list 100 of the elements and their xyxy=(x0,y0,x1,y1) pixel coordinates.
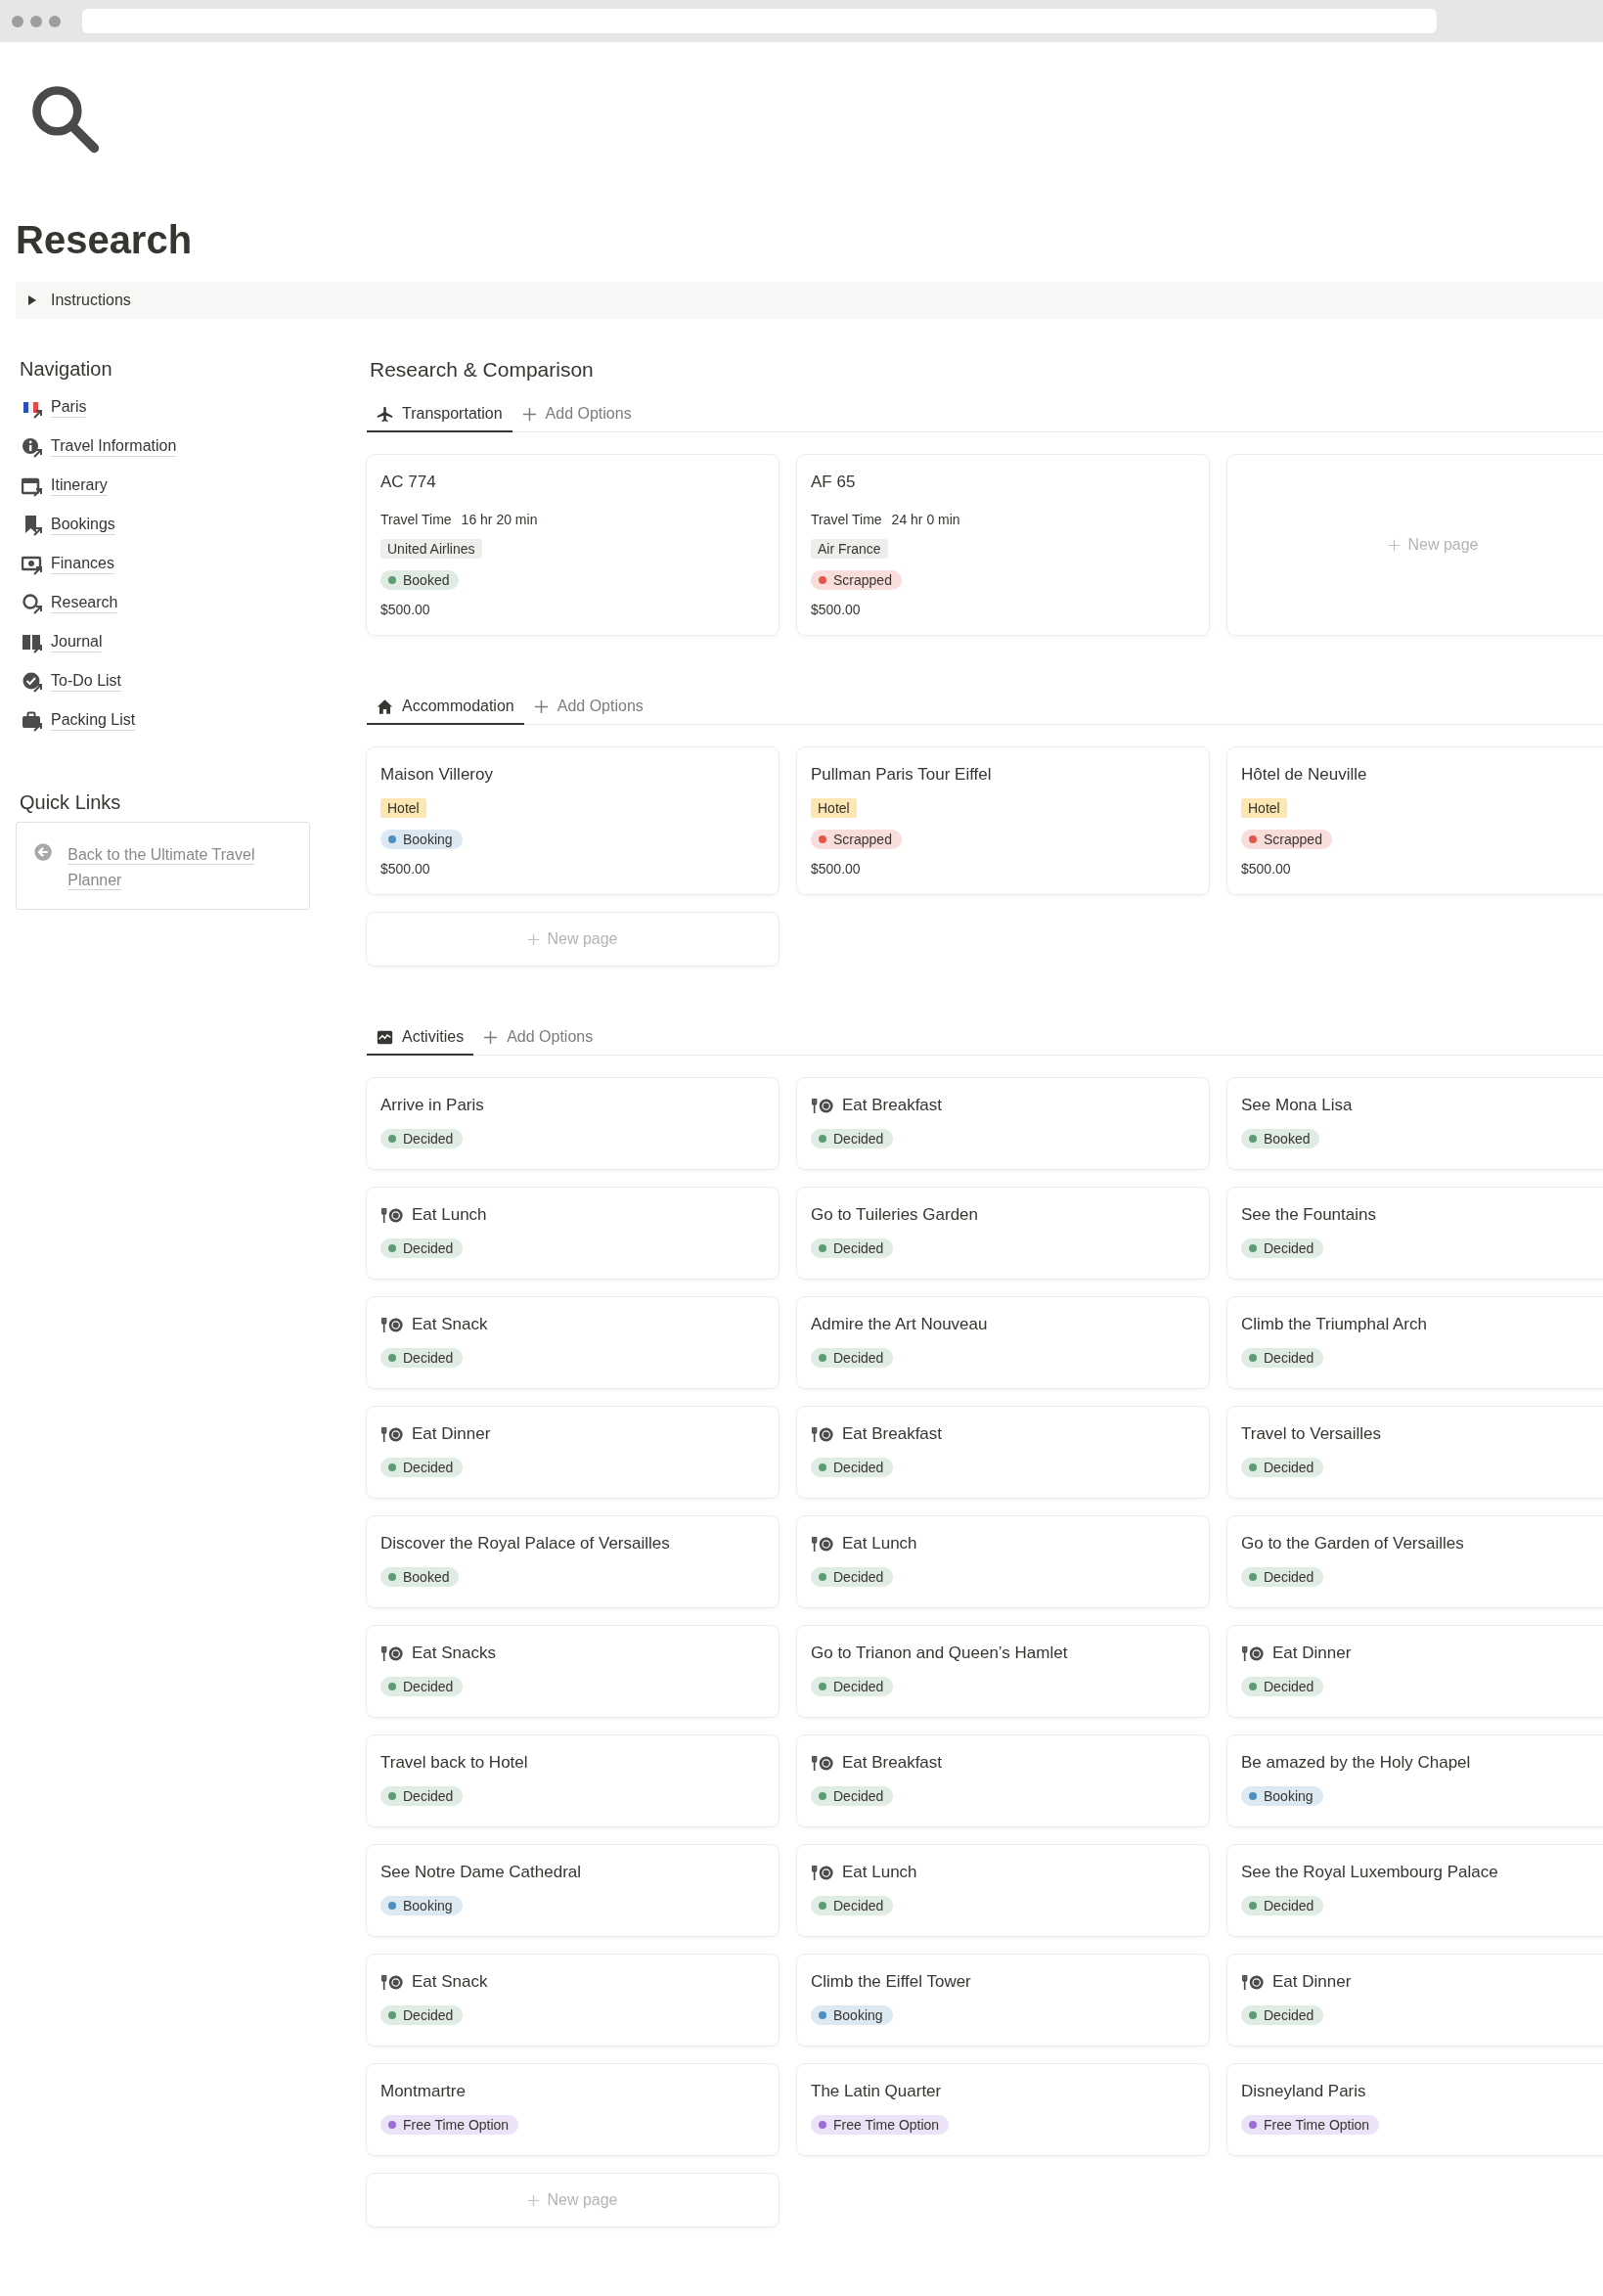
activity-card[interactable]: Admire the Art Nouveau Decided xyxy=(797,1297,1209,1388)
navigation-link[interactable]: Research xyxy=(51,594,118,613)
activity-card[interactable]: Eat Lunch Decided xyxy=(797,1845,1209,1936)
navigation-link[interactable]: Journal xyxy=(51,633,103,653)
activity-card[interactable]: See the Fountains Decided xyxy=(1227,1188,1603,1279)
stay-card[interactable]: Maison Villeroy Hotel Booking $500.00 xyxy=(367,747,779,894)
stay-card[interactable]: Pullman Paris Tour Eiffel Hotel Scrapped $500.00 xyxy=(797,747,1209,894)
card-title: Eat Lunch xyxy=(412,1205,487,1225)
travel-time: 24 hr 0 min xyxy=(891,512,960,527)
status-label: Free Time Option xyxy=(1264,2117,1370,2133)
view-tab[interactable]: Transportation xyxy=(367,397,512,432)
add-options-button[interactable]: Add Options xyxy=(523,690,653,725)
price: $500.00 xyxy=(1241,861,1292,877)
activity-card[interactable]: See the Royal Luxembourg Palace Decided xyxy=(1227,1845,1603,1936)
fork-plate-icon xyxy=(380,1206,404,1224)
activity-card[interactable]: Go to the Garden of Versailles Decided xyxy=(1227,1516,1603,1607)
view-tab[interactable]: Accommodation xyxy=(367,690,524,725)
activity-card[interactable]: Climb the Eiffel Tower Booking xyxy=(797,1955,1209,2046)
activity-card[interactable]: Eat Dinner Decided xyxy=(367,1407,779,1498)
chart-icon xyxy=(377,1028,393,1046)
instructions-toggle[interactable]: Instructions xyxy=(16,282,1603,319)
status-label: Decided xyxy=(1264,1679,1314,1694)
activity-card[interactable]: Discover the Royal Palace of Versailles Booked xyxy=(367,1516,779,1607)
activity-card[interactable]: Climb the Triumphal Arch Decided xyxy=(1227,1297,1603,1388)
fork-plate-icon xyxy=(811,1754,834,1772)
navigation-link[interactable]: Travel Information xyxy=(51,437,177,457)
window-controls-icon[interactable] xyxy=(12,15,61,27)
card-title: Go to Trianon and Queen’s Hamlet xyxy=(811,1643,1068,1663)
activity-card[interactable]: See Mona Lisa Booked xyxy=(1227,1078,1603,1169)
property-label: Travel Time xyxy=(811,512,882,527)
activity-card[interactable]: Eat Breakfast Decided xyxy=(797,1078,1209,1169)
status-label: Decided xyxy=(403,2007,454,2023)
activity-card[interactable]: Disneyland Paris Free Time Option xyxy=(1227,2064,1603,2155)
activity-card[interactable]: Eat Lunch Decided xyxy=(797,1516,1209,1607)
navigation-link[interactable]: Itinerary xyxy=(51,476,108,496)
activity-card[interactable]: Travel to Versailles Decided xyxy=(1227,1407,1603,1498)
transport-card[interactable]: AC 774 Travel Time 16 hr 20 min United Airlines Booked $500.00 xyxy=(367,455,779,635)
tag: Hotel xyxy=(380,798,426,818)
card-title: AF 65 xyxy=(811,473,856,492)
card-title: Go to the Garden of Versailles xyxy=(1241,1534,1464,1553)
address-field[interactable] xyxy=(82,9,1437,33)
navigation-link[interactable]: Finances xyxy=(51,555,114,574)
card-title: Eat Dinner xyxy=(1272,1643,1352,1663)
view-tab[interactable]: Activities xyxy=(367,1020,474,1056)
card-title: See the Fountains xyxy=(1241,1205,1376,1225)
navigation-link[interactable]: Paris xyxy=(51,398,87,418)
activity-card[interactable]: Eat Snack Decided xyxy=(367,1955,779,2046)
price: $500.00 xyxy=(811,861,862,877)
activity-card[interactable]: Eat Snack Decided xyxy=(367,1297,779,1388)
activity-card[interactable]: Eat Breakfast Decided xyxy=(797,1735,1209,1826)
card-title: Eat Breakfast xyxy=(842,1753,943,1773)
activity-card[interactable]: Be amazed by the Holy Chapel Booking xyxy=(1227,1735,1603,1826)
status-label: Free Time Option xyxy=(833,2117,940,2133)
status-label: Decided xyxy=(833,1240,884,1256)
add-options-button[interactable]: Add Options xyxy=(473,1020,603,1056)
card-title: Hôtel de Neuville xyxy=(1241,765,1367,785)
card-title: See Notre Dame Cathedral xyxy=(380,1863,582,1882)
activity-card[interactable]: Go to Trianon and Queen’s Hamlet Decided xyxy=(797,1626,1209,1717)
card-title: Arrive in Paris xyxy=(380,1096,484,1115)
check-icon xyxy=(22,671,43,693)
navigation-heading: Navigation xyxy=(20,358,113,381)
price: $500.00 xyxy=(811,602,862,617)
plus-icon xyxy=(527,932,541,946)
stay-card[interactable]: Hôtel de Neuville Hotel Scrapped $500.00 xyxy=(1227,747,1603,894)
activity-card[interactable]: Eat Dinner Decided xyxy=(1227,1955,1603,2046)
card-title: See the Royal Luxembourg Palace xyxy=(1241,1863,1498,1882)
status-label: Scrapped xyxy=(833,572,892,588)
navigation-link[interactable]: Packing List xyxy=(51,711,136,731)
fork-plate-icon xyxy=(811,1535,834,1553)
search-icon xyxy=(22,593,43,614)
page-title: Research xyxy=(16,218,194,262)
add-options-button[interactable]: Add Options xyxy=(512,397,642,432)
status-label: Decided xyxy=(1264,1569,1314,1585)
activity-card[interactable]: Eat Snacks Decided xyxy=(367,1626,779,1717)
activity-card[interactable]: Eat Breakfast Decided xyxy=(797,1407,1209,1498)
status-label: Decided xyxy=(1264,1460,1314,1475)
fork-plate-icon xyxy=(811,1425,834,1443)
activity-card[interactable]: See Notre Dame Cathedral Booking xyxy=(367,1845,779,1936)
status-label: Decided xyxy=(403,1788,454,1804)
card-title: See Mona Lisa xyxy=(1241,1096,1353,1115)
fork-plate-icon xyxy=(811,1864,834,1881)
navigation-link[interactable]: Bookings xyxy=(51,516,115,535)
transport-card[interactable]: AF 65 Travel Time 24 hr 0 min Air France Scrapped $500.00 xyxy=(797,455,1209,635)
travel-time: 16 hr 20 min xyxy=(461,512,538,527)
activity-card[interactable]: Montmartre Free Time Option xyxy=(367,2064,779,2155)
back-link[interactable]: Back to the Ultimate Travel Planner xyxy=(67,842,291,893)
activity-card[interactable]: Travel back to Hotel Decided xyxy=(367,1735,779,1826)
status-label: Decided xyxy=(833,1131,884,1147)
navigation-link[interactable]: To-Do List xyxy=(51,672,122,692)
info-icon xyxy=(22,436,43,458)
card-title: Eat Lunch xyxy=(842,1534,917,1553)
activity-card[interactable]: Eat Lunch Decided xyxy=(367,1188,779,1279)
activity-card[interactable]: Arrive in Paris Decided xyxy=(367,1078,779,1169)
fork-plate-icon xyxy=(1241,1644,1265,1662)
status-label: Booked xyxy=(1264,1131,1311,1147)
activity-card[interactable]: Go to Tuileries Garden Decided xyxy=(797,1188,1209,1279)
activity-card[interactable]: Eat Dinner Decided xyxy=(1227,1626,1603,1717)
status-label: Decided xyxy=(833,1460,884,1475)
activity-card[interactable]: The Latin Quarter Free Time Option xyxy=(797,2064,1209,2155)
tag: Hotel xyxy=(811,798,857,818)
